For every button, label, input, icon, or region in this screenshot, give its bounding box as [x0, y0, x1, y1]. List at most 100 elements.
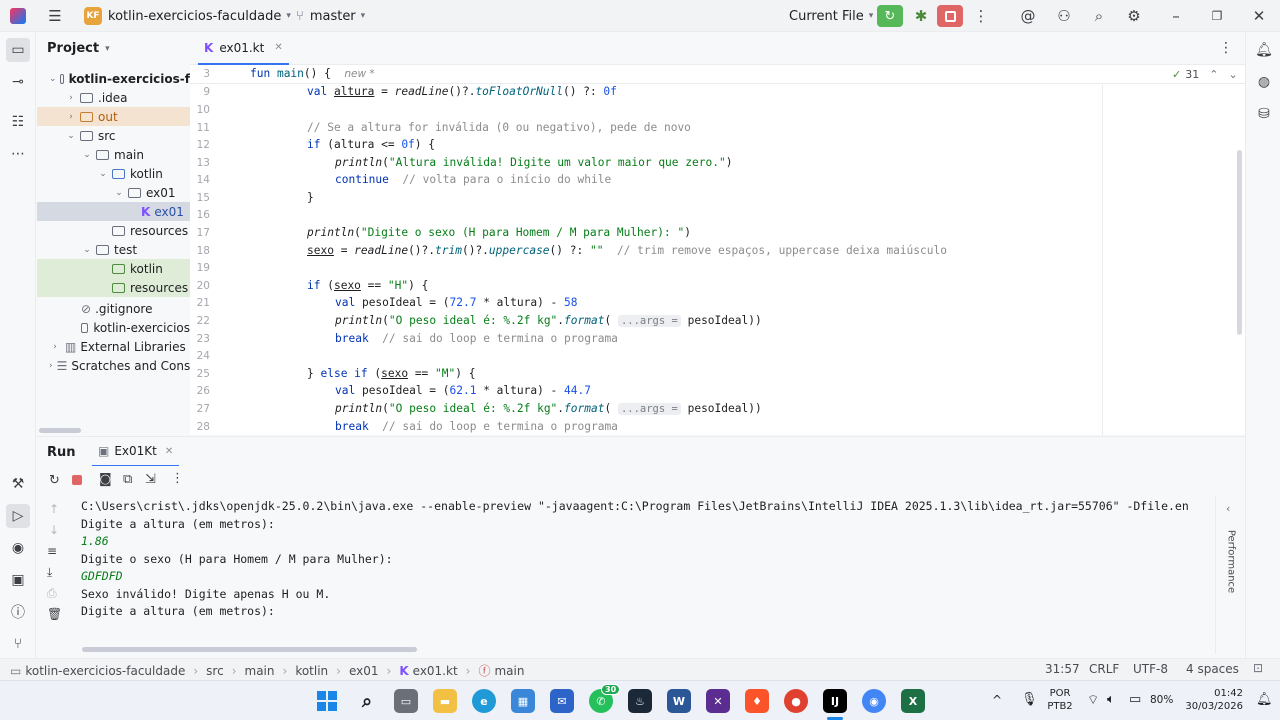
close-tab-icon[interactable]: ✕ — [274, 42, 282, 53]
microphone-icon[interactable]: 🎙︎ — [1021, 692, 1038, 707]
main-menu-button[interactable]: ☰ — [42, 0, 68, 32]
camera-icon[interactable]: ◙ — [99, 472, 112, 487]
tree-item-project-root[interactable]: ⌄ kotlin-exercicios-f — [37, 69, 190, 88]
outlook-icon[interactable]: ✉ — [550, 689, 574, 713]
file-encoding[interactable]: UTF-8 — [1133, 662, 1168, 676]
debug-button[interactable]: ✱ — [908, 0, 934, 32]
caret-position[interactable]: 31:57 — [1045, 662, 1080, 676]
database-icon[interactable]: ⛁ — [1252, 102, 1276, 126]
clock[interactable]: 01:42 30/03/2026 — [1183, 687, 1243, 713]
chrome-icon[interactable]: ◉ — [862, 689, 886, 713]
tree-item-gitignore[interactable]: ⊘ .gitignore — [37, 299, 190, 318]
problems-tool-icon[interactable]: ⓘ — [6, 600, 30, 624]
stop-icon[interactable] — [72, 475, 82, 485]
run-console[interactable]: C:\Users\crist\.jdks\openjdk-25.0.2\bin\… — [70, 496, 1215, 654]
tree-item-scratches[interactable]: › ☰ Scratches and Cons — [37, 356, 190, 375]
excel-icon[interactable]: X — [901, 689, 925, 713]
rerun-icon[interactable]: ↻ — [49, 473, 60, 488]
tree-item-iml[interactable]: kotlin-exercicios — [37, 318, 190, 337]
word-icon[interactable]: W — [667, 689, 691, 713]
ai-assistant-button[interactable]: @ — [1015, 0, 1041, 32]
services-tool-icon[interactable]: ◉ — [6, 536, 30, 560]
maximize-button[interactable]: ❐ — [1204, 0, 1230, 32]
file-explorer-icon[interactable]: ▬ — [433, 689, 457, 713]
breadcrumb-item[interactable]: ex01 — [349, 664, 379, 678]
brave-icon[interactable]: ♦ — [745, 689, 769, 713]
structure-tool-icon[interactable]: ☷ — [6, 110, 30, 134]
tree-item-resources-test[interactable]: resources — [37, 278, 190, 297]
settings-button[interactable]: ⚙ — [1121, 0, 1147, 32]
arrow-down-icon[interactable]: ↓ — [49, 523, 59, 537]
tree-item-kotlin-main[interactable]: ⌄ kotlin — [37, 164, 190, 183]
close-window-button[interactable]: ✕ — [1246, 0, 1272, 32]
run-config-selector[interactable]: Current File ▾ — [789, 0, 873, 32]
tree-item-external-libraries[interactable]: › ▥ External Libraries — [37, 337, 190, 356]
notification-bell-icon[interactable]: 🔔︎ — [1256, 692, 1273, 707]
tree-item-idea[interactable]: › .idea — [37, 88, 190, 107]
start-button[interactable] — [315, 689, 339, 713]
task-view-icon[interactable]: ▭ — [394, 689, 418, 713]
editor-tab-menu-icon[interactable]: ⋮ — [1219, 40, 1233, 56]
taskbar-search-icon[interactable]: ⌕ — [355, 689, 379, 713]
breadcrumb-item[interactable]: main — [494, 664, 524, 678]
console-horizontal-scrollbar[interactable] — [82, 647, 417, 652]
code-editor[interactable]: 3 fun main() { new * ✓ 31 ⌃ ⌄ 9 10 11 12… — [190, 65, 1245, 435]
whatsapp-icon[interactable]: ✆ 30 — [589, 684, 621, 713]
tree-item-main[interactable]: ⌄ main — [37, 145, 190, 164]
layout-icon[interactable]: ⧉ — [123, 472, 132, 487]
tree-item-resources-main[interactable]: resources — [37, 221, 190, 240]
tree-item-ex01-package[interactable]: ⌄ ex01 — [37, 183, 190, 202]
intellij-taskbar-icon[interactable]: IJ — [823, 689, 847, 713]
sticky-lines[interactable]: 3 fun main() { new * — [190, 65, 1245, 84]
ai-chat-icon[interactable]: ◍ — [1252, 70, 1276, 94]
rerun-button[interactable]: ↻ — [877, 0, 903, 32]
more-tools-icon[interactable]: ⋯ — [6, 142, 30, 166]
volume-icon[interactable]: 🔈︎ — [1107, 692, 1115, 707]
tab-ex01-kt[interactable]: K ex01.kt ✕ — [198, 32, 289, 65]
breadcrumb-item[interactable]: kotlin — [295, 664, 328, 678]
project-switcher[interactable]: KF kotlin-exercicios-faculdade ▾ — [84, 0, 291, 32]
commit-tool-icon[interactable]: ⊸ — [6, 70, 30, 94]
tree-item-test[interactable]: ⌄ test — [37, 240, 190, 259]
build-tool-icon[interactable]: ⚒ — [6, 472, 30, 496]
notifications-icon[interactable]: 🔔︎ — [1252, 38, 1276, 62]
print-icon[interactable]: ⎙ — [47, 586, 57, 601]
project-panel-title[interactable]: Project ▾ — [47, 41, 110, 56]
steam-icon[interactable]: ♨ — [628, 689, 652, 713]
scroll-to-end-icon[interactable]: ⤓ — [47, 565, 52, 580]
intellij-logo-icon[interactable] — [10, 0, 26, 32]
breadcrumb-item[interactable]: ex01.kt — [413, 664, 458, 678]
more-actions-button[interactable]: ⋮ — [968, 0, 994, 32]
horizontal-scrollbar[interactable] — [39, 428, 81, 433]
branch-switcher[interactable]: ⑂ master ▾ — [296, 0, 365, 32]
tree-item-ex01-file[interactable]: K ex01 — [37, 202, 190, 221]
more-vertical-icon[interactable]: ⋮ — [171, 471, 184, 486]
breadcrumb-item[interactable]: src — [206, 664, 224, 678]
tree-item-out[interactable]: › out — [37, 107, 190, 126]
breadcrumb-item[interactable]: kotlin-exercicios-faculdade — [25, 664, 185, 678]
vertical-scrollbar[interactable] — [1237, 150, 1242, 335]
edge-icon[interactable]: e — [472, 689, 496, 713]
breadcrumb-item[interactable]: main — [245, 664, 275, 678]
git-tool-icon[interactable]: ⑂ — [6, 632, 30, 656]
line-separator[interactable]: CRLF — [1089, 662, 1119, 676]
pin-icon[interactable]: ⇲ — [145, 472, 156, 487]
vscode-icon[interactable]: ✕ — [706, 689, 730, 713]
stop-button[interactable] — [937, 0, 963, 32]
search-button[interactable]: ⌕ — [1086, 0, 1112, 32]
run-tool-icon[interactable]: ▷ — [6, 504, 30, 528]
add-user-button[interactable]: ⚇ — [1051, 0, 1077, 32]
wifi-icon[interactable]: ⌔ — [1087, 692, 1099, 708]
chrome-app-icon[interactable]: ● — [784, 689, 808, 713]
inspection-widget[interactable]: ✓ 31 ⌃ ⌄ — [1172, 68, 1238, 81]
minimize-button[interactable]: – — [1163, 0, 1189, 32]
microsoft-store-icon[interactable]: ▦ — [511, 689, 535, 713]
chevron-left-icon[interactable]: ‹ — [1226, 502, 1230, 515]
trash-icon[interactable]: 🗑︎ — [47, 607, 62, 621]
battery-icon[interactable]: ▭ — [1129, 692, 1141, 707]
indent-setting[interactable]: 4 spaces — [1186, 662, 1239, 676]
soft-wrap-icon[interactable]: ≡ — [47, 544, 57, 558]
arrow-up-icon[interactable]: ↑ — [49, 502, 59, 516]
tree-item-src[interactable]: ⌄ src — [37, 126, 190, 145]
lock-icon[interactable]: ⊡ — [1253, 661, 1263, 675]
